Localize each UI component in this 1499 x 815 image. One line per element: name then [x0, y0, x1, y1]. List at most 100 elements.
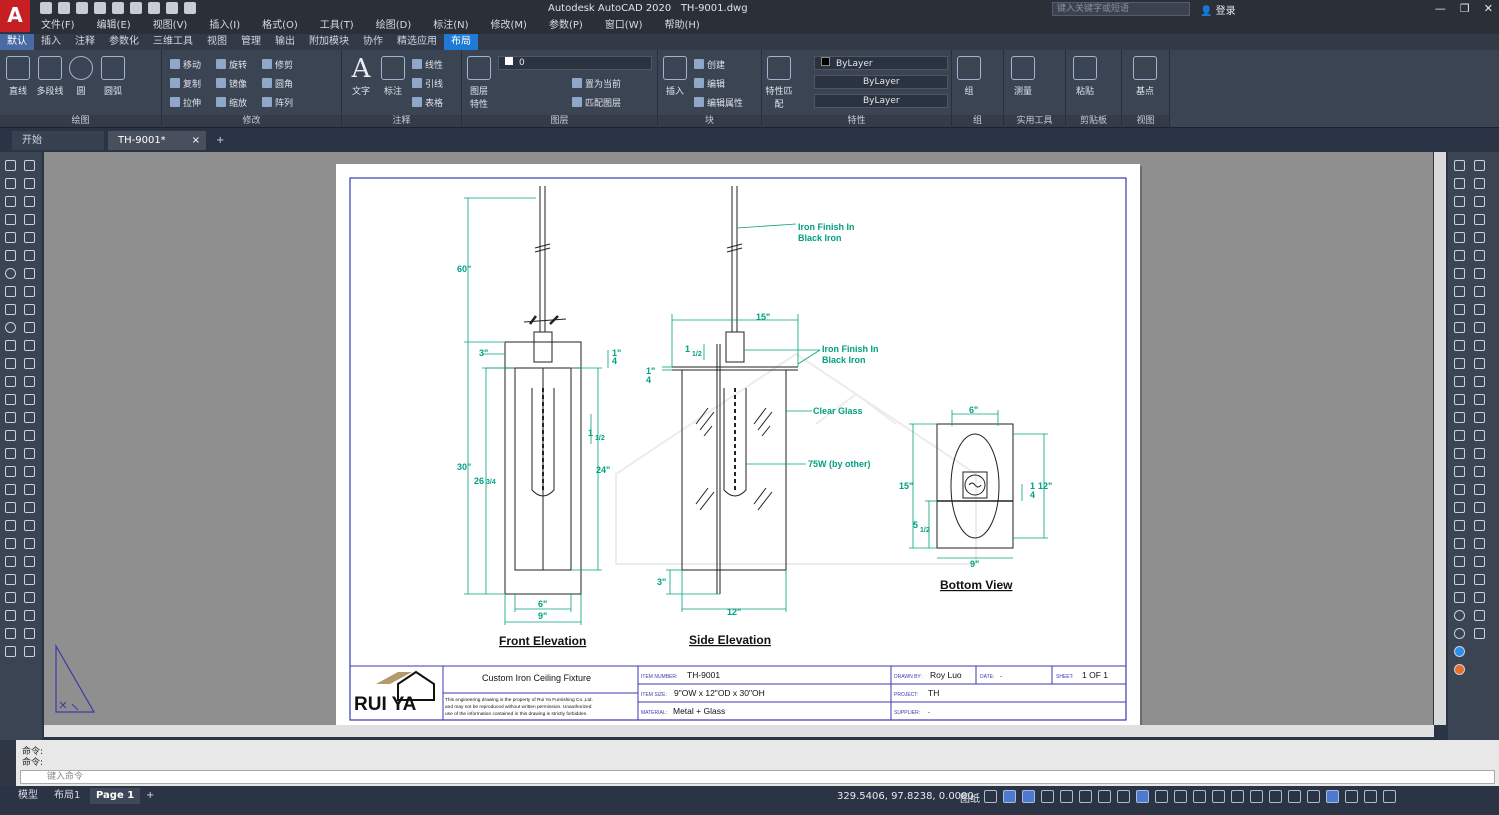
- quick-properties-icon[interactable]: [1288, 790, 1301, 803]
- tab-view[interactable]: 视图: [200, 34, 234, 50]
- region-tool-icon[interactable]: [5, 412, 16, 423]
- mirror-3d-icon[interactable]: [1454, 520, 1465, 531]
- minimize-icon[interactable]: —: [1435, 2, 1446, 15]
- move-tool-icon[interactable]: [24, 250, 35, 261]
- tab-3d-tools[interactable]: 三维工具: [146, 34, 200, 50]
- dimedit-tool-icon[interactable]: [24, 610, 35, 621]
- interfere-icon[interactable]: [1454, 358, 1465, 369]
- rotate-face-icon[interactable]: [1454, 502, 1465, 513]
- offset-face-icon[interactable]: [1474, 430, 1485, 441]
- dim-ordinate-icon[interactable]: [1454, 214, 1465, 225]
- menu-modify[interactable]: 修改(M): [480, 18, 538, 34]
- stretch-button[interactable]: 拉伸: [170, 96, 201, 109]
- graphics-performance-icon[interactable]: [1345, 790, 1358, 803]
- restore-icon[interactable]: ❐: [1460, 2, 1470, 15]
- web-save-icon[interactable]: [130, 2, 142, 14]
- orange-sphere-icon[interactable]: [1454, 664, 1465, 675]
- dimaligned-tool-icon[interactable]: [24, 466, 35, 477]
- align-3d-icon[interactable]: [1474, 502, 1485, 513]
- tab-featured-apps[interactable]: 精选应用: [390, 34, 444, 50]
- ordinate-tool-icon[interactable]: [5, 628, 16, 639]
- dim-radius-icon[interactable]: [1454, 232, 1465, 243]
- layer-properties-button[interactable]: 图层特性: [466, 56, 492, 110]
- panel-label-layers[interactable]: 图层: [462, 115, 657, 127]
- mirror-button[interactable]: 镜像: [216, 77, 247, 90]
- save-as-icon[interactable]: [94, 2, 106, 14]
- section-icon[interactable]: [1454, 340, 1465, 351]
- edit-attributes-button[interactable]: 编辑属性: [694, 96, 743, 109]
- horizontal-scrollbar[interactable]: [44, 725, 1434, 737]
- stretch-tool-icon[interactable]: [24, 304, 35, 315]
- lineweight-dropdown[interactable]: ByLayer: [814, 94, 948, 108]
- rotate-tool-icon[interactable]: [24, 268, 35, 279]
- osnap-icon[interactable]: [1098, 790, 1111, 803]
- pyramid-solid-icon[interactable]: [1474, 268, 1485, 279]
- tab-output[interactable]: 输出: [268, 34, 302, 50]
- offset-tool-icon[interactable]: [24, 214, 35, 225]
- torus-solid-icon[interactable]: [1474, 250, 1485, 261]
- move-face-icon[interactable]: [1474, 484, 1485, 495]
- fillet-tool-icon[interactable]: [24, 412, 35, 423]
- inspect-tool-icon[interactable]: [24, 592, 35, 603]
- menu-file[interactable]: 文件(F): [30, 18, 86, 34]
- revolve-icon[interactable]: [1474, 304, 1485, 315]
- dimdiameter-tool-icon[interactable]: [5, 502, 16, 513]
- orbit-icon[interactable]: [1454, 574, 1465, 585]
- slice-icon[interactable]: [1454, 322, 1465, 333]
- lights-icon[interactable]: [1454, 556, 1465, 567]
- spline-tool-icon[interactable]: [5, 304, 16, 315]
- join-tool-icon[interactable]: [24, 376, 35, 387]
- paste-button[interactable]: 粘贴: [1070, 56, 1100, 97]
- chamfer-tool-icon[interactable]: [24, 394, 35, 405]
- menu-tools[interactable]: 工具(T): [309, 18, 365, 34]
- lineweight-icon[interactable]: [1117, 790, 1130, 803]
- insert-block-button[interactable]: 插入: [660, 56, 690, 97]
- linetype-dropdown[interactable]: ByLayer: [814, 75, 948, 89]
- dimbreak-tool-icon[interactable]: [5, 592, 16, 603]
- hidden-style-icon[interactable]: [1474, 628, 1485, 639]
- mtext-tool-icon[interactable]: [5, 448, 16, 459]
- open-file-icon[interactable]: [58, 2, 70, 14]
- dimupdate-tool-icon[interactable]: [24, 628, 35, 639]
- ellipse-tool-icon[interactable]: [5, 322, 16, 333]
- match-layer-button[interactable]: 匹配图层: [572, 96, 621, 109]
- presspull-icon[interactable]: [1474, 358, 1485, 369]
- tab-collaborate[interactable]: 协作: [356, 34, 390, 50]
- array-button[interactable]: 阵列: [262, 96, 293, 109]
- arc-tool-icon[interactable]: [5, 250, 16, 261]
- customization-menu-icon[interactable]: [1383, 790, 1396, 803]
- panel-label-clipboard[interactable]: 剪贴板: [1066, 115, 1121, 127]
- tab-insert[interactable]: 插入: [34, 34, 68, 50]
- panel-label-view[interactable]: 视图: [1122, 115, 1169, 127]
- linear-button[interactable]: 线性: [412, 58, 443, 71]
- create-block-button[interactable]: 创建: [694, 58, 725, 71]
- vertical-scrollbar[interactable]: [1434, 152, 1446, 725]
- conceptual-style-icon[interactable]: [1454, 628, 1465, 639]
- transparency-icon[interactable]: [1136, 790, 1149, 803]
- close-icon[interactable]: ✕: [1484, 2, 1493, 15]
- point-tool-icon[interactable]: [5, 358, 16, 369]
- selection-cycling-icon[interactable]: [1155, 790, 1168, 803]
- set-current-button[interactable]: 置为当前: [572, 77, 621, 90]
- separate-icon[interactable]: [1454, 412, 1465, 423]
- tab-parametric[interactable]: 参数化: [102, 34, 146, 50]
- shell-icon[interactable]: [1454, 376, 1465, 387]
- add-layout-button[interactable]: +: [140, 788, 160, 804]
- annotation-scale-icon[interactable]: [1212, 790, 1225, 803]
- layout-tab-model[interactable]: 模型: [12, 788, 44, 804]
- dim-linear-icon[interactable]: [1454, 160, 1465, 171]
- chamfer-edge-icon[interactable]: [1474, 394, 1485, 405]
- array-3d-icon[interactable]: [1474, 520, 1485, 531]
- ortho-icon[interactable]: [1022, 790, 1035, 803]
- extend-tool-icon[interactable]: [24, 340, 35, 351]
- annotation-monitor-icon[interactable]: [1250, 790, 1263, 803]
- menu-window[interactable]: 窗口(W): [594, 18, 654, 34]
- lock-ui-icon[interactable]: [1307, 790, 1320, 803]
- mirror-tool-icon[interactable]: [24, 196, 35, 207]
- color-face-icon[interactable]: [1474, 466, 1485, 477]
- sweep-icon[interactable]: [1474, 322, 1485, 333]
- menu-insert[interactable]: 插入(I): [198, 18, 251, 34]
- tolerance-tool-icon[interactable]: [24, 520, 35, 531]
- gradient-tool-icon[interactable]: [5, 394, 16, 405]
- dimcontinue-tool-icon[interactable]: [5, 574, 16, 585]
